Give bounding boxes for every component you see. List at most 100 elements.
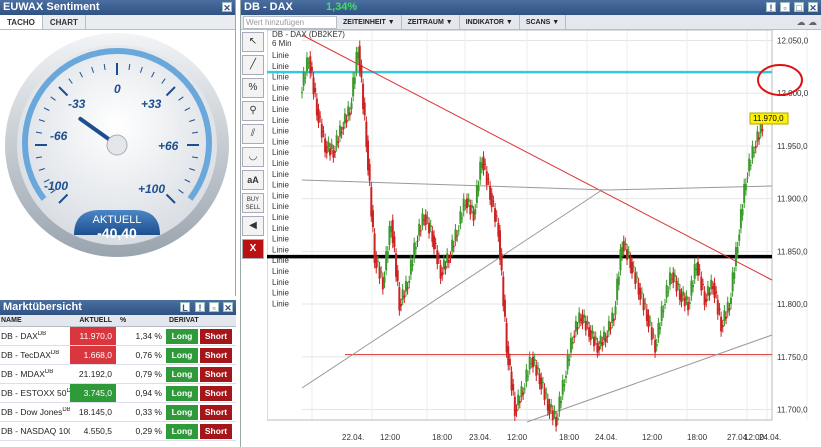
table-row[interactable]: DB - Dow JonesDB 18.145,0 0,33 % Long Short (0, 403, 236, 422)
short-button[interactable]: Short (200, 366, 232, 382)
x-tick-label: 24.04. (595, 433, 617, 442)
candle-body (451, 239, 454, 252)
buy-sell-tool-icon[interactable]: BUY SELL (242, 193, 264, 213)
row-name-text: DB - Dow Jones (1, 407, 63, 417)
short-button[interactable]: Short (200, 423, 232, 439)
long-button[interactable]: Long (166, 366, 198, 382)
candle-body (368, 163, 371, 181)
linie-label: Linie (272, 137, 289, 146)
row-name[interactable]: DB - MDAXDB (0, 369, 70, 379)
menu-zeitraum-label: ZEITRAUM (407, 18, 444, 26)
candle-body (428, 222, 431, 234)
col-name[interactable]: NAME (0, 315, 70, 326)
short-button[interactable]: Short (200, 385, 232, 401)
long-button[interactable]: Long (166, 385, 198, 401)
delete-icon[interactable]: X (242, 239, 264, 259)
info-icon[interactable]: ! (195, 302, 205, 313)
price-chart[interactable]: DB - DAX (DB2KE7) 6 Min LinieLinieLinieL… (267, 30, 821, 447)
row-name[interactable]: DB - ESTOXX 50DB (0, 388, 70, 398)
menu-scans[interactable]: SCANS ▼ (520, 14, 567, 30)
curve-tool-icon[interactable]: ◡ (242, 147, 264, 167)
candle-body (677, 282, 680, 286)
candle-body (576, 327, 579, 330)
candle-body (338, 125, 341, 137)
row-name[interactable]: DB - Dow JonesDB (0, 407, 70, 417)
close-icon[interactable]: ✕ (223, 302, 233, 313)
trendline-grey-up2[interactable] (526, 334, 773, 423)
close-icon[interactable]: ✕ (222, 2, 232, 13)
linie-label: Linie (272, 245, 289, 254)
close-icon[interactable]: ✕ (808, 2, 818, 13)
candle-body (655, 344, 658, 347)
y-tick-label: 12.050,0 (777, 37, 809, 46)
candle-body (611, 312, 614, 324)
long-button[interactable]: Long (166, 423, 198, 439)
pointer-tool-icon[interactable]: ↖ (242, 32, 264, 52)
trendline-grey-up[interactable] (301, 189, 603, 389)
long-button[interactable]: Long (166, 404, 198, 420)
table-row[interactable]: DB - TecDAXDB 1.668,0 0,76 % Long Short (0, 346, 236, 365)
table-row[interactable]: DB - MDAXDB 21.192,0 0,79 % Long Short (0, 365, 236, 384)
minimize-icon[interactable]: ▫ (209, 302, 219, 313)
tab-chart[interactable]: CHART (43, 15, 86, 29)
x-tick-label: 23.04. (469, 433, 491, 442)
candle-body (749, 164, 752, 166)
short-button[interactable]: Short (200, 328, 232, 344)
short-button[interactable]: Short (200, 404, 232, 420)
x-tick-label: 12:00 (380, 433, 401, 442)
text-tool-icon[interactable]: aA (242, 170, 264, 190)
menu-zeitraum[interactable]: ZEITRAUM ▼ (402, 14, 460, 30)
candle-body (746, 177, 749, 179)
col-aktuell[interactable]: AKTUELL (70, 315, 116, 326)
candle-body (416, 240, 419, 242)
linie-label: Linie (272, 213, 289, 222)
cloud-icon[interactable]: ☁ ☁ (796, 17, 817, 28)
search-input[interactable]: Wert hinzufügen (243, 15, 337, 29)
menu-zeiteinheit[interactable]: ZEITEINHEIT ▼ (337, 14, 402, 30)
row-name[interactable]: DB - DAXDB (0, 331, 70, 341)
candle-body (594, 336, 597, 340)
candle-body (449, 256, 452, 258)
tab-tacho[interactable]: TACHO (0, 15, 43, 29)
candle-body (305, 57, 308, 72)
table-row[interactable]: DB - NASDAQ 100DB 4.550,5 0,29 % LongShort (0, 422, 236, 441)
layout-icon[interactable]: L (180, 302, 190, 313)
col-pct[interactable]: % (116, 315, 166, 326)
row-name[interactable]: DB - NASDAQ 100DB (0, 426, 70, 436)
candle-body (380, 271, 383, 273)
percent-tool-icon[interactable]: % (242, 78, 264, 98)
linie-label: Linie (272, 116, 289, 125)
candle-body (536, 367, 539, 370)
sound-icon[interactable]: ◀ (242, 216, 264, 236)
long-button[interactable]: Long (166, 347, 198, 363)
candle-body (652, 333, 655, 335)
candle-body (715, 291, 718, 294)
candle-body (744, 183, 747, 191)
candle-body (426, 216, 429, 219)
minimize-icon[interactable]: ▫ (780, 2, 790, 13)
candle-body (657, 323, 660, 338)
candle-body (325, 145, 328, 154)
table-row[interactable]: DB - ESTOXX 50DB3.745,0 0,94 % LongShort (0, 384, 236, 403)
candle-body (660, 306, 663, 321)
candle-body (692, 285, 695, 288)
candle-body (494, 208, 497, 222)
short-button[interactable]: Short (200, 347, 232, 363)
table-row[interactable]: DB - DAXDB 11.970,0 1,34 % Long Short (0, 327, 236, 346)
market-title-bar: Marktübersicht L ! ▫ ✕ (0, 300, 236, 315)
parallel-tool-icon[interactable]: ⫽ (242, 124, 264, 144)
maximize-icon[interactable]: □ (794, 2, 804, 13)
candle-body (601, 342, 604, 347)
candle-body (495, 215, 498, 217)
candle-body (541, 382, 544, 384)
row-name[interactable]: DB - TecDAXDB (0, 350, 70, 360)
trendline-grey-h[interactable] (301, 179, 608, 191)
candle-body (583, 314, 586, 318)
line-tool-icon[interactable]: ╱ (242, 55, 264, 75)
menu-indikator[interactable]: INDIKATOR ▼ (460, 14, 520, 30)
info-icon[interactable]: ! (766, 2, 776, 13)
candle-body (649, 320, 652, 322)
zoom-tool-icon[interactable]: ⚲ (242, 101, 264, 121)
candle-body (528, 356, 531, 370)
long-button[interactable]: Long (166, 328, 198, 344)
